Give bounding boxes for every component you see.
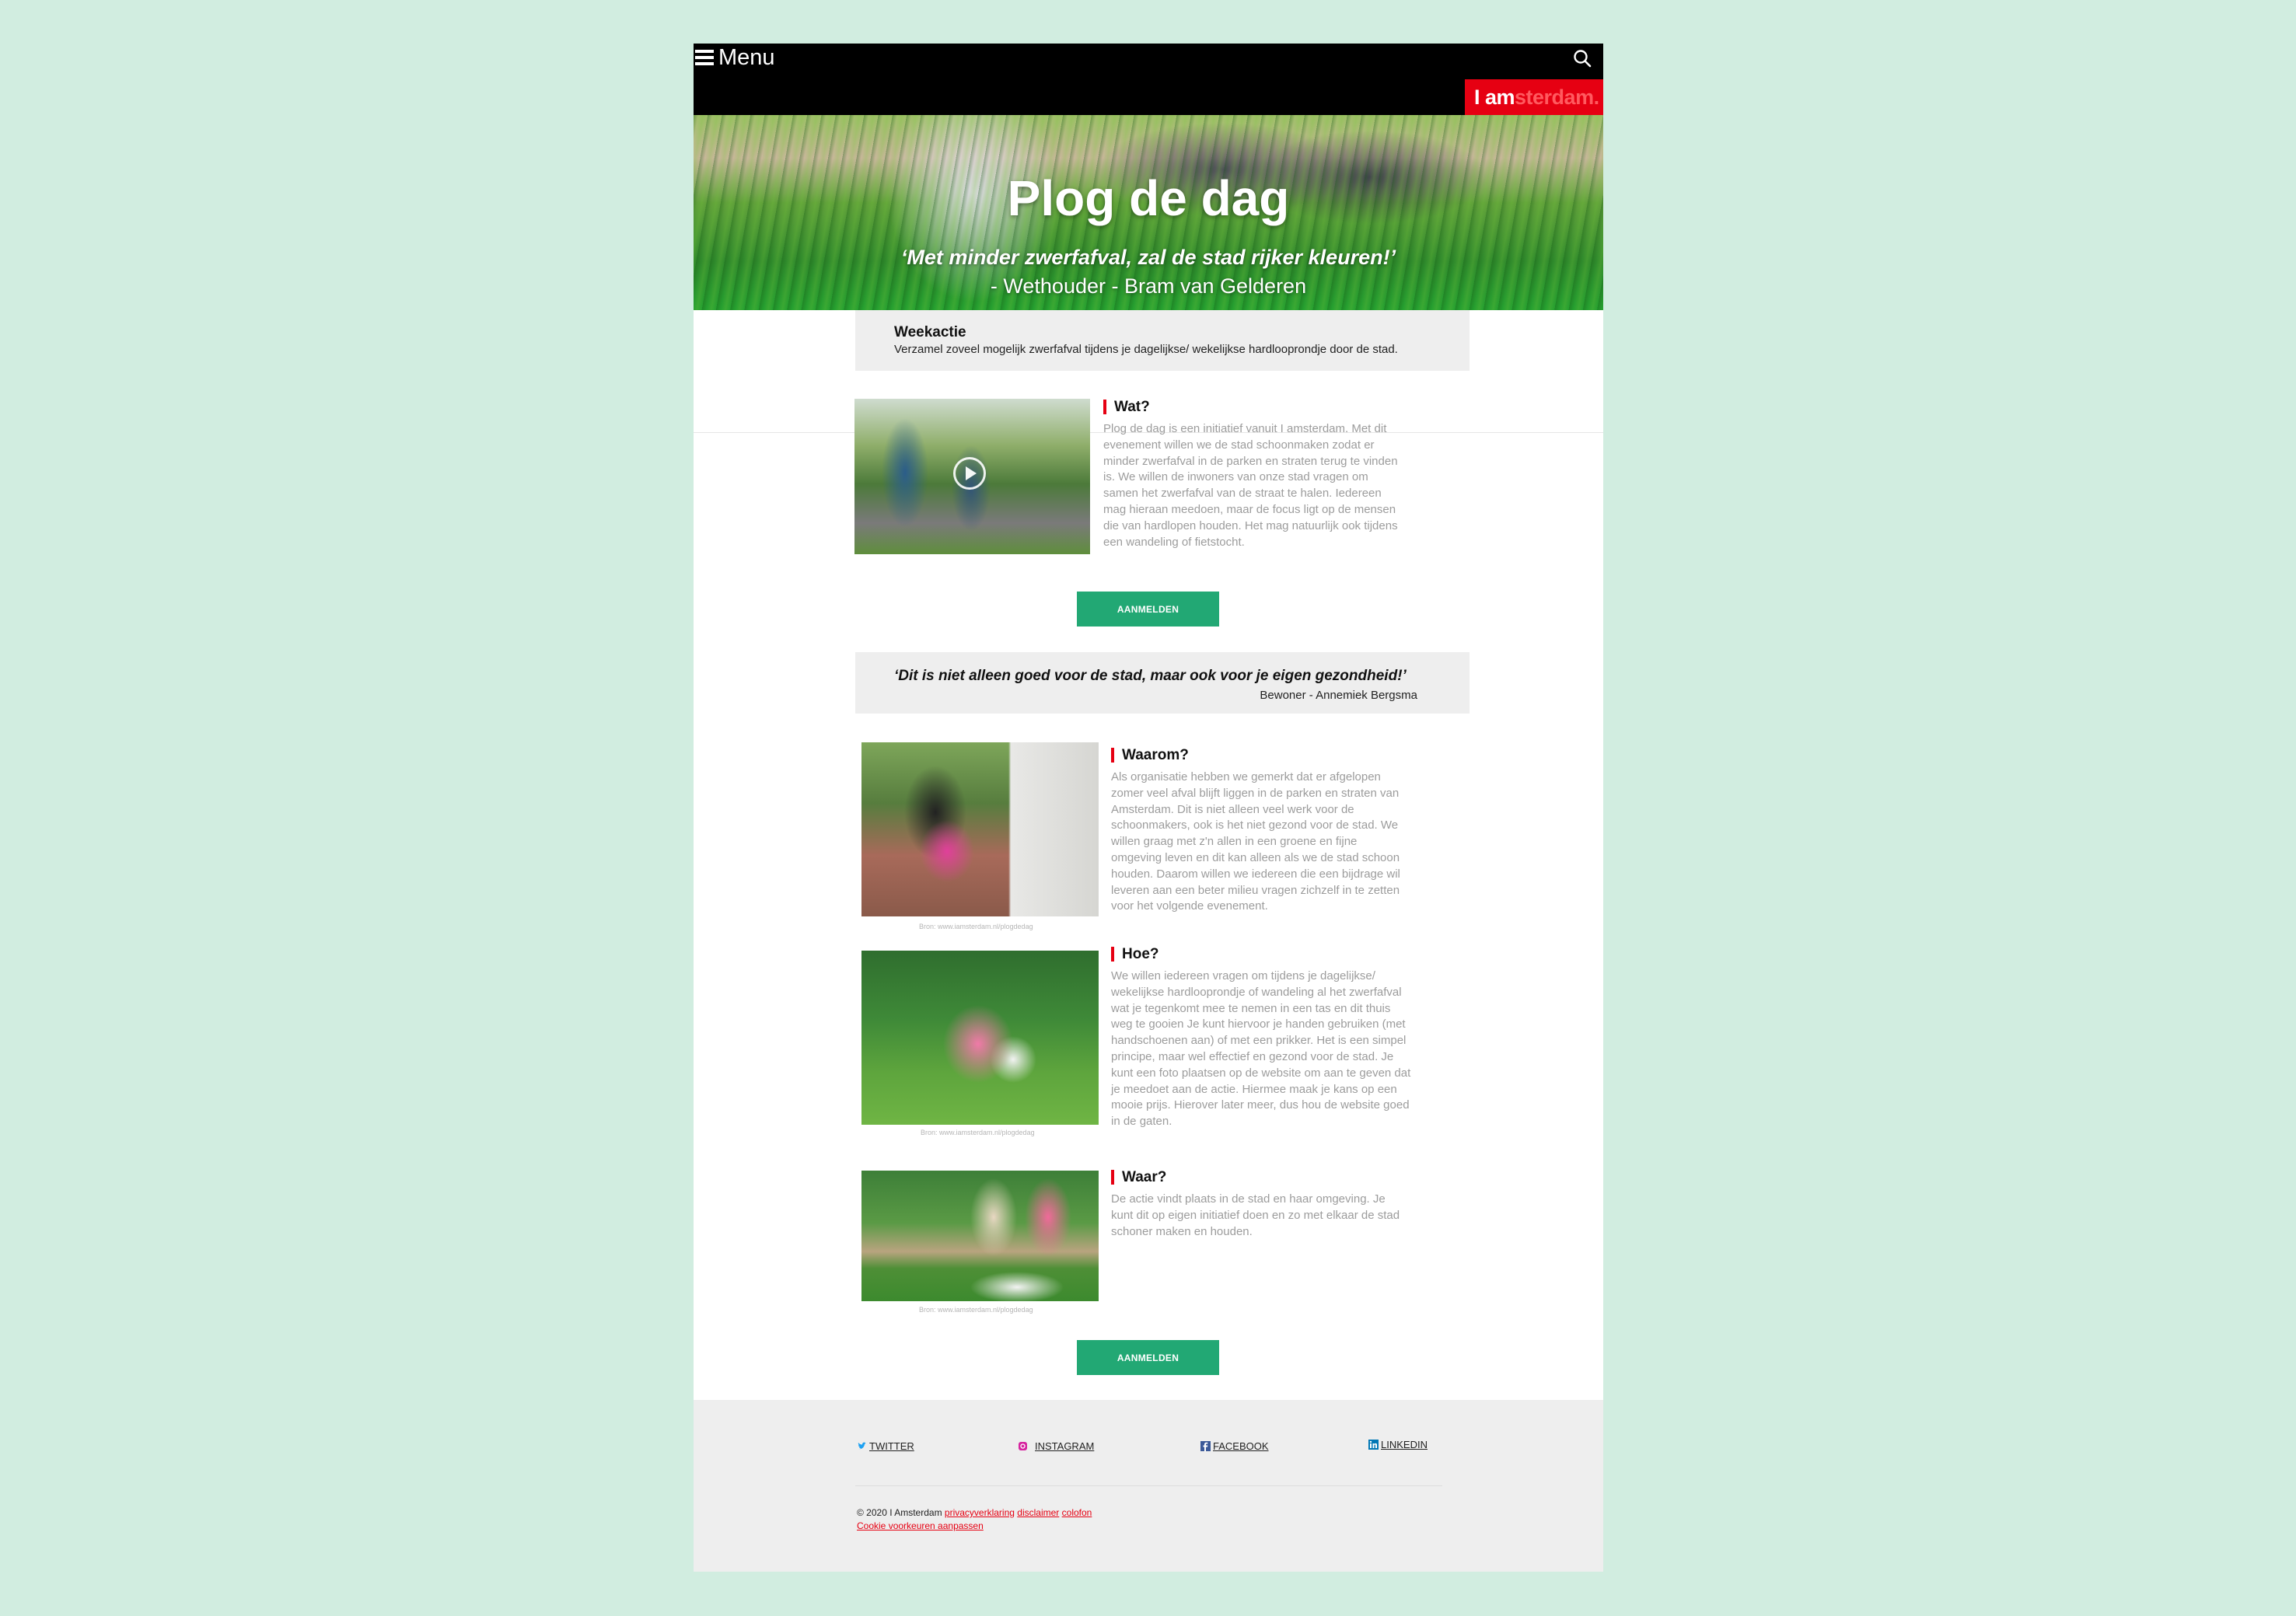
wat-heading: Wat? — [1103, 400, 1150, 414]
linkedin-link[interactable]: LINKEDIN — [1368, 1439, 1428, 1450]
facebook-icon — [1200, 1441, 1211, 1451]
search-icon[interactable] — [1572, 48, 1592, 68]
weekactie-title: Weekactie — [894, 324, 966, 340]
linkedin-icon — [1368, 1440, 1379, 1450]
wat-text: Plog de dag is een initiatief vanuit I a… — [1103, 422, 1398, 549]
resident-quote-box: ‘Dit is niet alleen goed voor de stad, m… — [855, 652, 1470, 714]
i-amsterdam-logo[interactable]: I am sterdam. — [1465, 79, 1603, 115]
waarom-heading: Waarom? — [1111, 748, 1189, 763]
hero-banner: Plog de dag ‘Met minder zwerfafval, zal … — [694, 115, 1603, 310]
page: Menu I am sterdam. Plog de dag ‘Met minde… — [694, 44, 1603, 1572]
weekactie-box: Weekactie Verzamel zoveel mogelijk zwerf… — [855, 310, 1470, 371]
waarom-text: Als organisatie hebben we gemerkt dat er… — [1111, 770, 1400, 913]
hoe-heading: Hoe? — [1111, 947, 1159, 962]
menu-button[interactable]: Menu — [694, 44, 775, 72]
play-icon[interactable] — [953, 457, 986, 490]
twitter-link[interactable]: TWITTER — [857, 1440, 914, 1452]
waarom-photo-caption: Bron: www.iamsterdam.nl/plogdedag — [919, 923, 1033, 930]
linkedin-label: LINKEDIN — [1381, 1439, 1428, 1450]
page-title: Plog de dag — [1007, 170, 1290, 226]
waar-text: De actie vindt plaats in de stad en haar… — [1111, 1192, 1400, 1238]
hero-quote-author: - Wethouder - Bram van Gelderen — [990, 274, 1307, 298]
resident-quote-author: Bewoner - Annemiek Bergsma — [1260, 689, 1417, 702]
resident-quote: ‘Dit is niet alleen goed voor de stad, m… — [894, 668, 1407, 684]
waarom-photo — [861, 742, 1099, 916]
copyright-text: © 2020 I Amsterdam — [857, 1507, 942, 1518]
colofon-link[interactable]: colofon — [1062, 1507, 1092, 1518]
hero-quote: ‘Met minder zwerfafval, zal de stad rijk… — [900, 246, 1396, 269]
waar-photo — [861, 1171, 1099, 1301]
hoe-photo — [861, 951, 1099, 1125]
signup-button-bottom[interactable]: AANMELDEN — [1077, 1340, 1219, 1375]
waar-heading: Waar? — [1111, 1170, 1166, 1185]
hoe-photo-caption: Bron: www.iamsterdam.nl/plogdedag — [921, 1129, 1035, 1136]
facebook-link[interactable]: FACEBOOK — [1200, 1440, 1269, 1452]
footer: TWITTER INSTAGRAM FACEBOOK LINKEDIN © 20… — [694, 1400, 1603, 1572]
menu-icon — [695, 50, 714, 65]
twitter-icon — [858, 1442, 866, 1450]
menu-label: Menu — [718, 44, 775, 70]
waar-photo-caption: Bron: www.iamsterdam.nl/plogdedag — [919, 1306, 1033, 1314]
disclaimer-link[interactable]: disclaimer — [1017, 1507, 1059, 1518]
instagram-link[interactable]: INSTAGRAM — [1018, 1440, 1094, 1452]
twitter-label: TWITTER — [869, 1440, 914, 1452]
copyright-line: © 2020 I Amsterdam privacyverklaring dis… — [857, 1507, 1092, 1518]
cookie-settings-link[interactable]: Cookie voorkeuren aanpassen — [857, 1520, 984, 1531]
privacy-link[interactable]: privacyverklaring — [945, 1507, 1015, 1518]
hoe-text: We willen iedereen vragen om tijdens je … — [1111, 969, 1411, 1129]
instagram-label: INSTAGRAM — [1035, 1440, 1095, 1452]
instagram-icon — [1019, 1442, 1027, 1450]
top-bar: Menu I am sterdam. — [694, 44, 1603, 115]
footer-divider — [855, 1485, 1442, 1486]
facebook-label: FACEBOOK — [1213, 1440, 1269, 1452]
weekactie-text: Verzamel zoveel mogelijk zwerfafval tijd… — [894, 343, 1398, 356]
signup-button-top[interactable]: AANMELDEN — [1077, 592, 1219, 627]
wat-video-thumbnail[interactable] — [854, 399, 1090, 554]
